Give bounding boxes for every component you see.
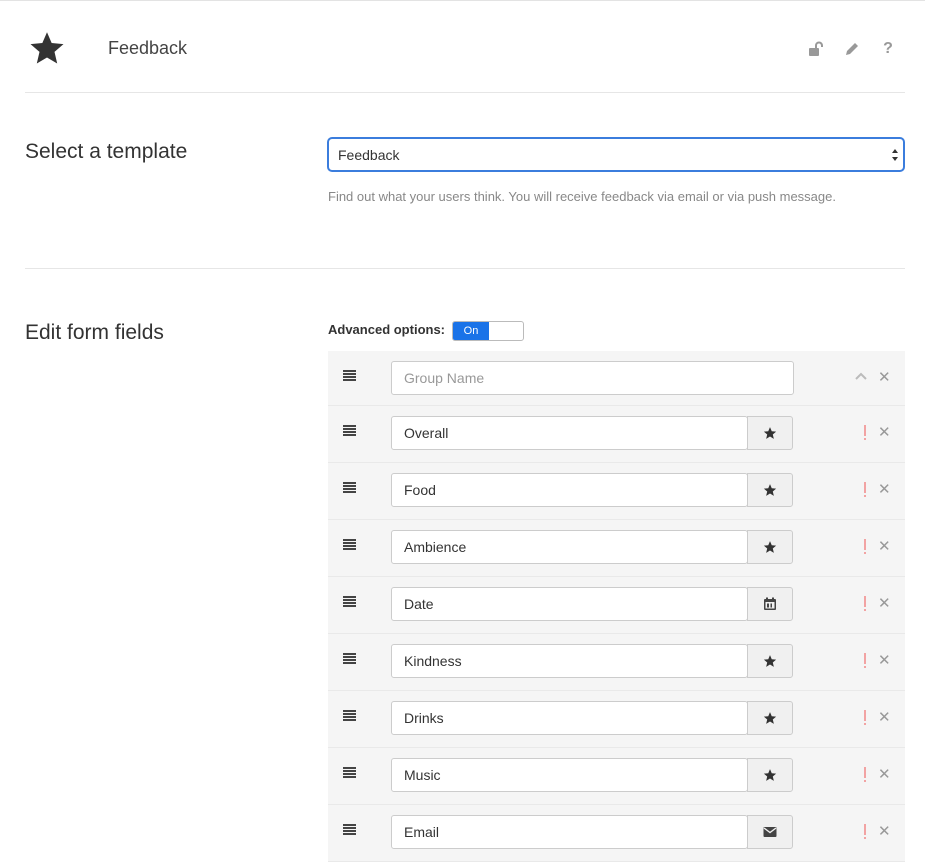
- star-icon: [763, 427, 777, 439]
- toggle-on-label: On: [453, 322, 489, 340]
- form-field-row: Overall ✕: [328, 406, 905, 463]
- collapse-icon[interactable]: [855, 371, 867, 381]
- field-label: Drinks: [404, 710, 444, 726]
- form-fields-list: Group Name ✕ Overall ✕ Food ✕ Ambience ✕: [328, 351, 905, 862]
- template-select-value: Feedback: [338, 147, 400, 163]
- required-icon[interactable]: [862, 538, 868, 556]
- form-field-row: Date ✕: [328, 577, 905, 634]
- required-icon[interactable]: [862, 823, 868, 841]
- field-label: Kindness: [404, 653, 462, 669]
- field-label-input[interactable]: Food: [391, 473, 748, 507]
- field-label-input[interactable]: Kindness: [391, 644, 748, 678]
- page-title: Feedback: [108, 38, 188, 58]
- remove-field-icon[interactable]: ✕: [878, 823, 891, 841]
- header-tools: ?: [807, 40, 897, 58]
- unlock-icon[interactable]: [807, 40, 825, 58]
- required-icon[interactable]: [862, 595, 868, 613]
- required-icon[interactable]: [862, 652, 868, 670]
- drag-handle-icon[interactable]: [343, 482, 356, 494]
- field-label-input[interactable]: Date: [391, 587, 748, 621]
- drag-handle-icon[interactable]: [343, 370, 356, 382]
- form-field-row: Ambience ✕: [328, 520, 905, 577]
- form-field-row: Drinks ✕: [328, 691, 905, 748]
- section-divider: [25, 268, 905, 269]
- field-type-button[interactable]: [747, 701, 793, 735]
- field-type-button[interactable]: [747, 758, 793, 792]
- help-icon[interactable]: ?: [879, 40, 897, 58]
- field-label: Date: [404, 596, 434, 612]
- field-label: Food: [404, 482, 436, 498]
- select-arrows-icon: [892, 149, 898, 161]
- star-icon: [30, 32, 64, 64]
- remove-field-icon[interactable]: ✕: [878, 766, 891, 784]
- advanced-options-label: Advanced options:: [328, 322, 446, 337]
- form-field-row: Email ✕: [328, 805, 905, 862]
- advanced-options-toggle[interactable]: On: [452, 321, 524, 341]
- envelope-icon: [763, 827, 777, 837]
- field-type-button[interactable]: [747, 416, 793, 450]
- template-heading: Select a template: [25, 140, 188, 163]
- remove-field-icon[interactable]: ✕: [878, 538, 891, 556]
- star-icon: [763, 484, 777, 496]
- group-name-input[interactable]: Group Name: [391, 361, 794, 395]
- field-label: Email: [404, 824, 440, 840]
- star-icon: [763, 541, 777, 553]
- drag-handle-icon[interactable]: [343, 425, 356, 437]
- drag-handle-icon[interactable]: [343, 653, 356, 665]
- drag-handle-icon[interactable]: [343, 596, 356, 608]
- page-header: Feedback ?: [25, 0, 905, 93]
- pencil-icon[interactable]: [843, 40, 861, 58]
- template-description: Find out what your users think. You will…: [328, 189, 836, 204]
- remove-field-icon[interactable]: ✕: [878, 652, 891, 670]
- required-icon[interactable]: [862, 424, 868, 442]
- remove-field-icon[interactable]: ✕: [878, 595, 891, 613]
- field-type-button[interactable]: [747, 530, 793, 564]
- field-label-input[interactable]: Drinks: [391, 701, 748, 735]
- form-field-row: Kindness ✕: [328, 634, 905, 691]
- field-label-input[interactable]: Ambience: [391, 530, 748, 564]
- remove-field-icon[interactable]: ✕: [878, 481, 891, 499]
- group-name-placeholder: Group Name: [404, 370, 485, 386]
- star-icon: [763, 769, 777, 781]
- field-type-button[interactable]: [747, 587, 793, 621]
- required-icon[interactable]: [862, 766, 868, 784]
- form-field-row: Food ✕: [328, 463, 905, 520]
- field-label: Music: [404, 767, 441, 783]
- required-icon[interactable]: [862, 709, 868, 727]
- field-label: Ambience: [404, 539, 467, 555]
- remove-field-icon[interactable]: ✕: [878, 424, 891, 442]
- field-type-button[interactable]: [747, 644, 793, 678]
- drag-handle-icon[interactable]: [343, 767, 356, 779]
- form-field-row: Music ✕: [328, 748, 905, 805]
- field-label-input[interactable]: Music: [391, 758, 748, 792]
- required-icon[interactable]: [862, 481, 868, 499]
- star-icon: [763, 655, 777, 667]
- template-select[interactable]: Feedback: [328, 138, 904, 171]
- drag-handle-icon[interactable]: [343, 539, 356, 551]
- remove-field-icon[interactable]: ✕: [878, 709, 891, 727]
- field-type-button[interactable]: [747, 473, 793, 507]
- field-label-input[interactable]: Email: [391, 815, 748, 849]
- field-label-input[interactable]: Overall: [391, 416, 748, 450]
- form-heading: Edit form fields: [25, 321, 164, 344]
- drag-handle-icon[interactable]: [343, 710, 356, 722]
- field-label: Overall: [404, 425, 449, 441]
- remove-group-icon[interactable]: ✕: [878, 369, 891, 387]
- group-row: Group Name ✕: [328, 351, 905, 406]
- star-icon: [763, 712, 777, 724]
- field-type-button[interactable]: [747, 815, 793, 849]
- drag-handle-icon[interactable]: [343, 824, 356, 836]
- calendar-icon: [764, 597, 776, 610]
